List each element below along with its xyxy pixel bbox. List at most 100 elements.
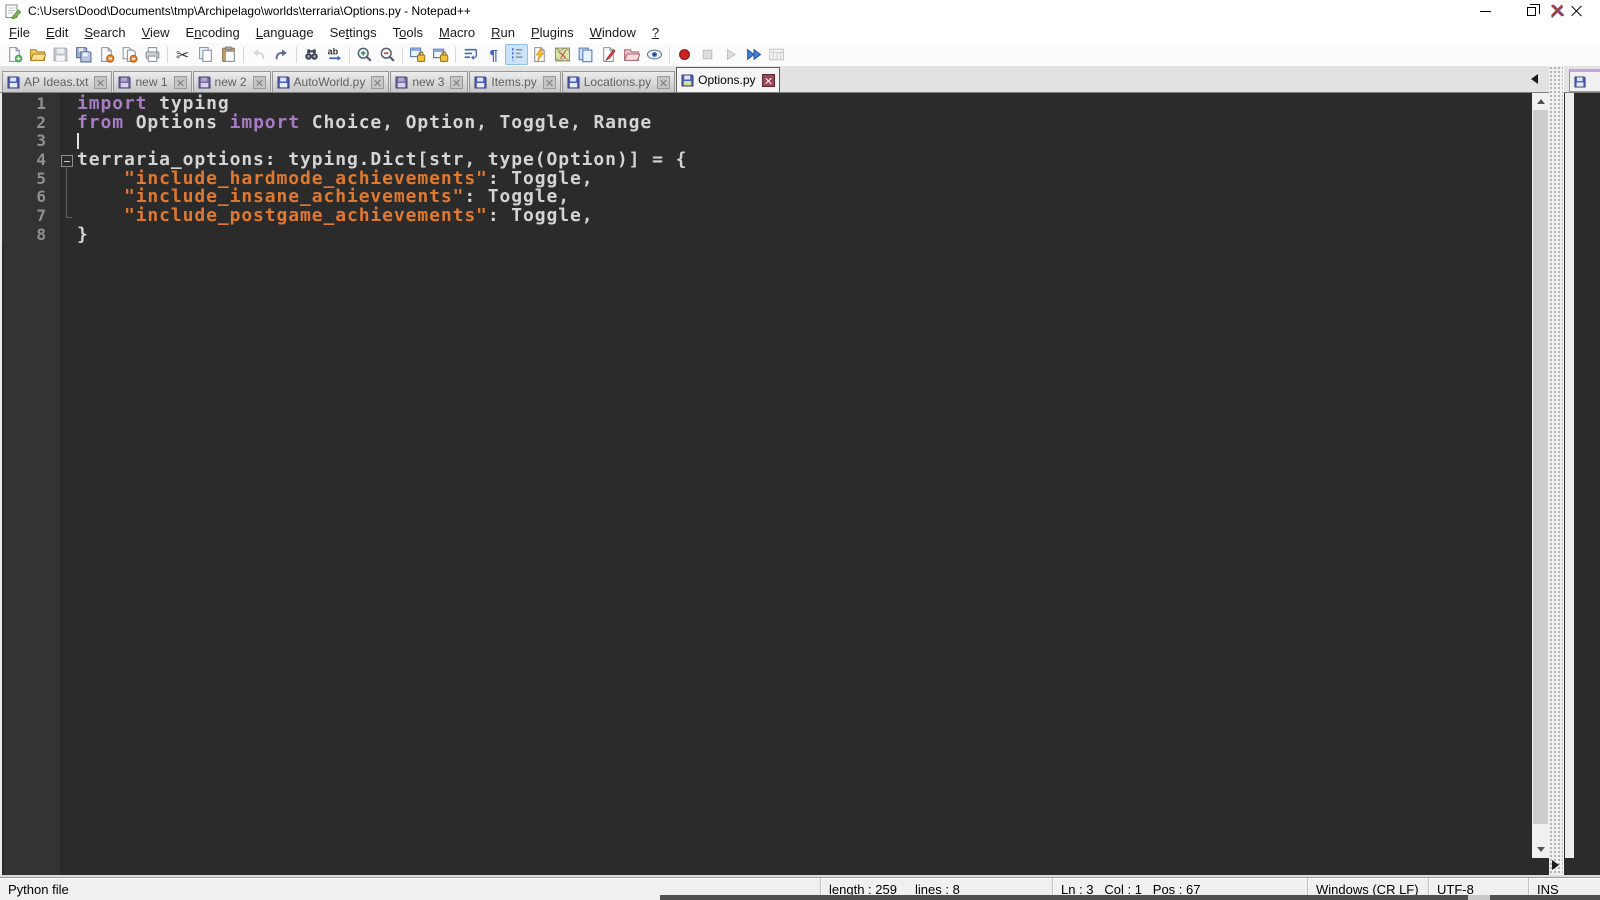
saved-file-icon [567,76,580,89]
taskbar-edge-gap [1468,895,1490,900]
view-splitter[interactable] [1549,66,1563,875]
menu-edit[interactable]: Edit [38,23,76,42]
save-all-button[interactable] [72,44,95,65]
tab-locations-py[interactable]: Locations.py [561,71,676,92]
tab-options-py[interactable]: Options.py [676,67,780,92]
fold-collapse-icon[interactable] [58,151,77,170]
menu-bar: File Edit Search View Encoding Language Settin… [0,22,1600,43]
minimize-button[interactable] [1462,0,1508,22]
function-list-button[interactable] [528,44,551,65]
tab-close-icon[interactable] [657,75,671,89]
close-file-button[interactable] [95,44,118,65]
redo-button[interactable] [270,44,293,65]
macro-play-icon [722,46,739,63]
new-file-button[interactable] [3,44,26,65]
notepad-plus-plus-icon [5,4,21,19]
find-button[interactable] [300,44,323,65]
zoom-out-button[interactable] [376,44,399,65]
copy-button[interactable] [194,44,217,65]
word-wrap-icon [462,46,479,63]
macro-stop-icon [699,46,716,63]
window-title: C:\Users\Dood\Documents\tmp\Archipelago\… [28,4,471,18]
svg-text:¶: ¶ [490,48,498,63]
splitter-collapse-icon[interactable] [1552,860,1559,870]
file-monitoring-button[interactable] [643,44,666,65]
menu-macro[interactable]: Macro [431,23,483,42]
code-line[interactable]: 8} [2,225,1549,245]
tab-new-1[interactable]: new 1 [113,71,192,92]
tab-close-icon[interactable] [252,75,266,89]
paste-button[interactable] [217,44,240,65]
tab-label: new 3 [412,75,445,89]
restore-button[interactable] [1508,0,1554,22]
line-number: 4 [2,150,58,170]
secondary-tab-bar [1563,66,1600,93]
tab-close-icon[interactable] [450,75,464,89]
document-switcher-button[interactable] [574,44,597,65]
macro-run-multiple-button[interactable] [742,44,765,65]
print-button[interactable] [141,44,164,65]
tab-autoworld-py[interactable]: AutoWorld.py [271,71,390,92]
sync-horizontal-scroll-button[interactable] [429,44,452,65]
secondary-editor[interactable] [1563,93,1600,875]
toolbar-separator [669,46,670,63]
function-list-icon [531,46,548,63]
show-all-characters-button[interactable]: ¶ [482,44,505,65]
tab-ap-ideas-txt[interactable]: AP Ideas.txt [2,71,113,92]
zoom-out-icon [379,46,396,63]
menu-search[interactable]: Search [76,23,133,42]
tab-close-icon[interactable] [371,75,385,89]
word-wrap-button[interactable] [459,44,482,65]
menu-plugins[interactable]: Plugins [523,23,582,42]
menu-file[interactable]: File [1,23,38,42]
tab-new-3[interactable]: new 3 [390,71,469,92]
zoom-in-button[interactable] [353,44,376,65]
replace-button[interactable]: ab [323,44,346,65]
menu-encoding[interactable]: Encoding [178,23,248,42]
function-signature-button[interactable] [597,44,620,65]
macro-record-button[interactable] [673,44,696,65]
open-file-button[interactable] [26,44,49,65]
tab-items-py[interactable]: Items.py [469,71,561,92]
sync-vertical-scroll-button[interactable] [406,44,429,65]
document-map-button[interactable] [551,44,574,65]
secondary-partial-tab[interactable] [1569,69,1600,92]
toolbar-separator [402,46,403,63]
tab-label: new 1 [135,75,168,89]
find-icon [303,46,320,63]
close-icon [1571,5,1583,17]
folder-as-workspace-button[interactable] [620,44,643,65]
indent-guide-button[interactable] [505,44,528,65]
close-all-button[interactable] [118,44,141,65]
menu-view[interactable]: View [134,23,178,42]
menu-language[interactable]: Language [248,23,322,42]
cut-button[interactable]: ✂ [171,44,194,65]
tab-close-icon[interactable] [94,75,108,89]
menu-run[interactable]: Run [483,23,523,42]
menu-tools[interactable]: Tools [385,23,431,42]
secondary-view [1563,66,1600,875]
print-icon [144,46,161,63]
menu-window[interactable]: Window [582,23,644,42]
svg-text:✂: ✂ [176,47,189,63]
document-switcher-icon [577,46,594,63]
menu-help[interactable]: ? [644,23,667,42]
paste-icon [220,46,237,63]
toolbar: ✂ ab ¶ [0,43,1600,66]
code-line[interactable]: 7 "include_postgame_achievements": Toggl… [2,206,1549,226]
line-number: 2 [2,113,58,133]
active-file-icon [681,74,694,87]
code-editor[interactable]: 1 import typing 2 from Options import Choic… [0,93,1549,875]
tab-scroll-left-icon[interactable] [1531,74,1538,84]
secondary-scrollbar[interactable] [1565,93,1574,858]
tab-close-icon[interactable] [761,73,775,87]
tab-new-2[interactable]: new 2 [192,71,271,92]
scrollbar-down-icon[interactable] [1532,841,1549,858]
menu-settings[interactable]: Settings [322,23,385,42]
document-close-icon[interactable] [1550,3,1564,17]
code-line[interactable]: 2 from Options import Choice, Option, Tog… [2,113,1549,133]
tab-close-icon[interactable] [542,75,556,89]
unsaved-file-icon [198,76,211,89]
tab-close-icon[interactable] [173,75,187,89]
save-all-icon [75,46,92,63]
